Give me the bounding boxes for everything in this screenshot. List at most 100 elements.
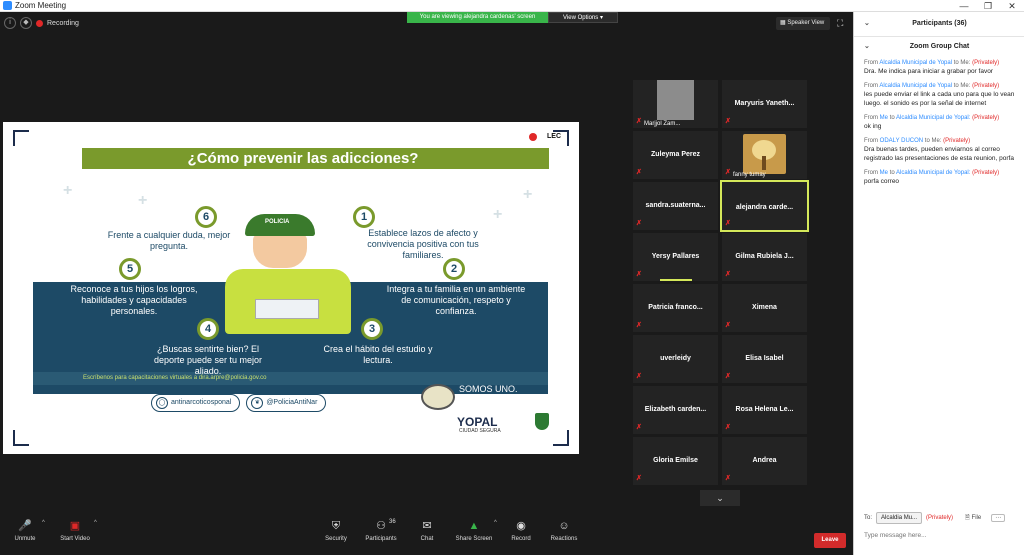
recipient-name[interactable]: Alcaldia Municipal de Yopal:: [896, 170, 970, 176]
close-window-button[interactable]: ✕: [1000, 0, 1024, 12]
unmute-button[interactable]: 🎤 Unmute: [8, 520, 42, 554]
video-tile[interactable]: Patricia franco... ✗: [633, 284, 718, 332]
recipient-name: Me:: [960, 60, 971, 66]
to-label: to: [953, 60, 959, 66]
chat-message-meta: From Me to Alcaldia Municipal de Yopal: …: [864, 169, 1019, 177]
chat-button[interactable]: ✉ Chat: [416, 520, 438, 554]
video-options-caret-icon[interactable]: ^: [94, 520, 97, 526]
slide-corner: [13, 430, 29, 446]
file-button[interactable]: 🗎 File: [965, 513, 981, 523]
video-tile[interactable]: uverleidy ✗: [633, 335, 718, 383]
chat-messages: From Alcaldia Municipal de Yopal to Me: …: [864, 59, 1019, 192]
video-tile[interactable]: sandra.suaterna... ✗: [633, 182, 718, 230]
chat-message: From Alcaldia Municipal de Yopal to Me: …: [864, 82, 1019, 108]
sender-name[interactable]: ODALY DUCON: [880, 138, 923, 144]
video-tile[interactable]: Zuleyma Perez ✗: [633, 131, 718, 179]
step-1-number: 1: [353, 206, 375, 228]
fullscreen-icon[interactable]: ⛶: [837, 18, 847, 28]
from-label: From: [864, 170, 878, 176]
chevron-down-icon[interactable]: ⌄: [864, 37, 870, 57]
participants-panel-header[interactable]: ⌄ Participants (36): [854, 14, 1024, 34]
chat-message-text: porfa correo: [864, 178, 900, 185]
police-badge-icon: [421, 384, 455, 410]
step-4-text: ¿Buscas sentirte bien? El deporte puede …: [153, 344, 263, 376]
chat-message-meta: From Alcaldia Municipal de Yopal to Me: …: [864, 59, 1019, 67]
to-label: to: [889, 170, 895, 176]
share-screen-button[interactable]: ▲ Share Screen: [454, 520, 494, 554]
participant-name: Patricia franco...: [648, 304, 703, 311]
maximize-button[interactable]: ❐: [976, 0, 1000, 12]
chat-bubble-icon: ✉: [422, 520, 432, 532]
to-label: to: [924, 138, 930, 144]
video-tile[interactable]: ✗ Marjjol Zam...: [633, 80, 718, 128]
chat-message-text: les puede enviar el link a cada uno para…: [864, 91, 1015, 107]
muted-mic-icon: ✗: [636, 475, 642, 482]
lec-logo: LEC: [529, 131, 561, 143]
chevron-down-icon[interactable]: ⌄: [864, 14, 870, 34]
meeting-info-icon[interactable]: i: [4, 17, 16, 29]
video-tile[interactable]: Andrea ✗: [722, 437, 807, 485]
slogan: SOMOS UNO. SOMOS TODOS.: [459, 384, 544, 406]
chat-message-input[interactable]: [864, 528, 1014, 542]
video-tile[interactable]: Yersy Pallares ✗: [633, 233, 718, 281]
leave-button[interactable]: Leave: [814, 533, 846, 548]
twitter-icon: ❦: [251, 397, 264, 409]
muted-mic-icon: ✗: [725, 373, 731, 380]
sender-name: Me: [879, 115, 889, 121]
video-tile[interactable]: Gloria Emilse ✗: [633, 437, 718, 485]
recipient-select[interactable]: Alcaldia Mu...: [876, 512, 923, 524]
participants-button[interactable]: ⚇ Participants: [362, 520, 400, 554]
tree-trunk: [762, 156, 766, 170]
step-3-text: Crea el hábito del estudio y lectura.: [323, 344, 433, 365]
step-1-text: Establece lazos de afecto y convivencia …: [367, 228, 479, 260]
minimize-button[interactable]: —: [952, 0, 976, 12]
muted-mic-icon: ✗: [725, 322, 731, 329]
share-options-caret-icon[interactable]: ^: [494, 520, 497, 526]
more-options-button[interactable]: ···: [991, 514, 1006, 522]
recipient-name[interactable]: Alcaldia Municipal de Yopal:: [896, 115, 970, 121]
video-tile-active-speaker[interactable]: alejandra carde... ✗: [720, 180, 809, 232]
to-label: to: [889, 115, 895, 121]
step-2-number: 2: [443, 258, 465, 280]
chat-recipient-row: To: Alcaldia Mu... (Privately) 🗎 File ··…: [864, 511, 1019, 525]
video-tile[interactable]: Elisa Isabel ✗: [722, 335, 807, 383]
participant-photo: [657, 80, 694, 120]
recording-dot-icon: [36, 19, 43, 27]
officer-hat-label: POLICIA: [265, 219, 290, 225]
muted-mic-icon: ✗: [725, 475, 731, 482]
speaker-view-button[interactable]: ▦ Speaker View: [776, 17, 830, 30]
instagram-handle: ◯ antinarcoticosponal: [151, 394, 241, 412]
step-5-text: Reconoce a tus hijos los logros, habilid…: [70, 284, 198, 316]
zoom-app: Zoom Meeting — ❐ ✕ i ◆ Recording You are…: [0, 0, 1024, 555]
muted-mic-icon: ✗: [725, 220, 731, 227]
muted-mic-icon: ✗: [636, 271, 642, 278]
audio-options-caret-icon[interactable]: ^: [42, 520, 45, 526]
privately-label: (Privately): [972, 83, 1000, 89]
participants-icon: ⚇: [376, 520, 386, 532]
encryption-shield-icon[interactable]: ◆: [20, 17, 32, 29]
from-label: From: [864, 138, 878, 144]
view-options-button[interactable]: View Options ▾: [548, 12, 618, 23]
start-video-button[interactable]: ▣ Start Video: [56, 520, 94, 554]
video-tile[interactable]: Gilma Rubiela J... ✗: [722, 233, 807, 281]
video-tile[interactable]: Elizabeth carden... ✗: [633, 386, 718, 434]
participant-name: alejandra carde...: [735, 204, 794, 211]
video-tile[interactable]: Ximena ✗: [722, 284, 807, 332]
slogan-line-2: SOMOS TODOS.: [459, 395, 530, 405]
video-tile[interactable]: ✗ fanny tumay: [722, 131, 807, 179]
video-tile[interactable]: Maryuris Yaneth... ✗: [722, 80, 807, 128]
chevron-down-icon: ⌄: [716, 493, 724, 503]
video-tile[interactable]: Rosa Helena Le... ✗: [722, 386, 807, 434]
security-button[interactable]: ⛨ Security: [322, 520, 350, 554]
participant-name: Elisa Isabel: [745, 355, 784, 362]
sender-name[interactable]: Alcaldia Municipal de Yopal: [879, 83, 952, 89]
participants-panel-title: Participants (36): [912, 20, 967, 27]
chat-panel-header[interactable]: ⌄ Zoom Group Chat: [854, 37, 1024, 57]
start-video-label: Start Video: [60, 536, 90, 542]
plus-decoration-icon: +: [138, 192, 148, 209]
reactions-button[interactable]: ☺ Reactions: [548, 520, 580, 554]
sender-name[interactable]: Alcaldia Municipal de Yopal: [879, 60, 952, 66]
record-button[interactable]: ◉ Record: [508, 520, 534, 554]
gallery-next-page-button[interactable]: ⌄: [700, 490, 740, 506]
meeting-status: i ◆ Recording: [4, 16, 79, 30]
